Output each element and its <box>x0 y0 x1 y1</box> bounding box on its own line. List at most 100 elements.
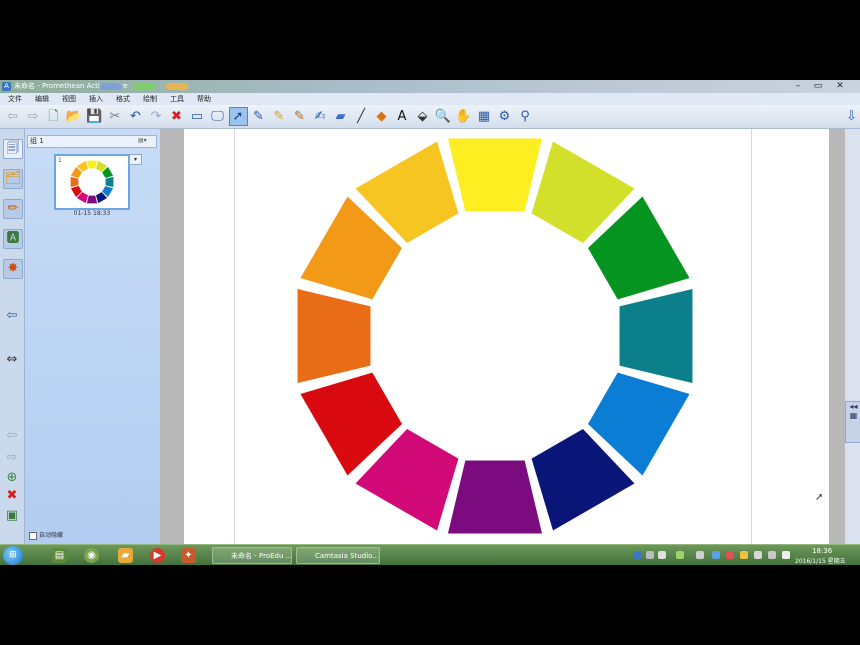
thumb-wheel-segment-6[interactable] <box>86 195 98 204</box>
save-icon[interactable]: 💾 <box>86 108 103 125</box>
close-button[interactable]: ✕ <box>830 81 850 92</box>
taskbar-app-activinspire[interactable]: 未命名 - ProEdu ... <box>212 547 292 564</box>
tray-help-icon[interactable] <box>696 551 704 559</box>
right-dock-tab[interactable]: ◂◂ ▦ <box>845 401 860 443</box>
object-browser-icon[interactable]: ✏ <box>3 199 23 219</box>
notes-browser-icon[interactable]: 🅰 <box>3 229 23 249</box>
toolbar-collapse-icon[interactable]: ⇩ <box>843 108 860 125</box>
auto-hide-toggle[interactable]: 自动隐藏 <box>29 530 63 540</box>
property-browser-icon[interactable]: ✸ <box>3 259 23 279</box>
color-wheel-segment-6[interactable] <box>447 460 543 534</box>
forward-arrow-icon[interactable]: ⇨ <box>25 108 42 125</box>
nav-forward-icon[interactable]: ⇨ <box>3 449 21 467</box>
color-wheel-segment-3[interactable] <box>619 288 693 384</box>
browser-icon[interactable]: ◉ <box>84 548 99 563</box>
page-guide-left <box>234 129 235 544</box>
page-group-tab[interactable]: 组 1 <box>30 136 44 147</box>
tray-display-icon[interactable] <box>712 551 720 559</box>
thumb-wheel-segment-3[interactable] <box>105 176 114 188</box>
eraser-icon[interactable]: ▰ <box>332 108 349 125</box>
fill-icon[interactable]: ⬙ <box>414 108 431 125</box>
menu-item-5[interactable]: 绘制 <box>143 93 157 105</box>
app-icon: A <box>2 82 11 91</box>
maximize-button[interactable]: ▭ <box>808 81 828 92</box>
shape-icon[interactable]: ◆ <box>373 108 390 125</box>
line-icon[interactable]: ╱ <box>353 108 370 125</box>
page-browser-icon[interactable]: 🗐 <box>3 139 23 159</box>
hand-icon[interactable]: ✋ <box>455 108 472 125</box>
menu-item-0[interactable]: 文件 <box>8 93 22 105</box>
auto-hide-label: 自动隐藏 <box>39 532 64 539</box>
page-settings-icon[interactable]: ▣ <box>3 507 21 525</box>
display-icon[interactable]: 🖵 <box>209 108 226 125</box>
redo-icon[interactable]: ↷ <box>148 108 165 125</box>
color-wheel[interactable] <box>294 136 696 536</box>
tray-flag-icon[interactable] <box>768 551 776 559</box>
magnifier-icon[interactable]: 🔍 <box>435 108 452 125</box>
main-toolbar: ⇦ ⇨ 🗋 📂 💾 ✂ ↶ ↷ ✖ ▭ 🖵 ➚ ✎ ✎ ✎ ✍ ▰ ╱ ◆ A ⬙ 🔍 ✋ ▦ ⚙ ⚲ ⇩ <box>0 105 860 129</box>
folder-icon[interactable]: ▰ <box>118 548 133 563</box>
tray-power-icon[interactable] <box>740 551 748 559</box>
canvas-gutter-left <box>160 129 184 544</box>
tray-mic-icon[interactable] <box>676 551 684 559</box>
pin-icon[interactable]: ⚲ <box>517 108 534 125</box>
magic-pen-icon[interactable]: ✎ <box>291 108 308 125</box>
handwriting-icon[interactable]: ✍ <box>312 108 329 125</box>
page-thumbnail[interactable]: 1 <box>54 154 130 210</box>
panel-options-dropdown[interactable]: ▤▾ <box>138 136 154 145</box>
settings-icon[interactable]: ⚙ <box>496 108 513 125</box>
menu-item-3[interactable]: 插入 <box>89 93 103 105</box>
color-wheel-segment-9[interactable] <box>297 288 371 384</box>
start-button[interactable]: ⊞ <box>3 546 23 565</box>
menu-item-4[interactable]: 格式 <box>116 93 130 105</box>
screen-shade-icon[interactable]: ▭ <box>189 108 206 125</box>
tray-security-icon[interactable] <box>726 551 734 559</box>
clock-time[interactable]: 18:36 <box>812 547 832 555</box>
pen-icon[interactable]: ✎ <box>250 108 267 125</box>
add-page-icon[interactable]: ⊕ <box>3 469 21 487</box>
explorer-icon[interactable]: ▤ <box>52 548 67 563</box>
thumb-wheel-segment-0[interactable] <box>86 160 98 169</box>
title-tab-orange <box>166 83 188 90</box>
delete-icon[interactable]: ✖ <box>168 108 185 125</box>
menu-item-6[interactable]: 工具 <box>170 93 184 105</box>
taskbar-app-camtasia[interactable]: Camtasia Studio... <box>296 547 380 564</box>
remove-page-icon[interactable]: ✖ <box>3 487 21 505</box>
color-wheel-segment-0[interactable] <box>447 138 543 212</box>
tray-keyboard-icon[interactable] <box>634 551 642 559</box>
thumbnail-menu-arrow[interactable]: ▾ <box>129 154 142 165</box>
menu-item-7[interactable]: 帮助 <box>197 93 211 105</box>
resource-browser-icon[interactable]: 🗂 <box>3 169 23 189</box>
dock-left-icon[interactable]: ⇦ <box>3 307 21 325</box>
back-arrow-icon[interactable]: ⇦ <box>4 108 21 125</box>
game-icon[interactable]: ✦ <box>181 548 196 563</box>
windows-taskbar: ⊞ ▤ ◉ ▰ ▶ ✦ 未命名 - ProEdu ... Camtasia St… <box>0 544 860 565</box>
menu-item-1[interactable]: 编辑 <box>35 93 49 105</box>
minimize-button[interactable]: – <box>788 81 808 92</box>
thumbnail-color-wheel <box>70 160 114 204</box>
new-page-icon[interactable]: 🗋 <box>45 108 62 125</box>
menu-item-2[interactable]: 视图 <box>62 93 76 105</box>
tray-pen-icon[interactable] <box>658 551 666 559</box>
resize-icon[interactable]: ⇔ <box>3 351 21 369</box>
clock-date[interactable]: 2016/1/15 星期五 <box>795 556 846 565</box>
text-icon[interactable]: A <box>394 108 411 125</box>
undo-icon[interactable]: ↶ <box>127 108 144 125</box>
tray-volume-icon[interactable] <box>754 551 762 559</box>
highlighter-icon[interactable]: ✎ <box>271 108 288 125</box>
auto-hide-checkbox[interactable] <box>29 531 37 540</box>
browser-strip: 🗐 🗂 ✏ 🅰 ✸ ⇦ ⇔ ⇦ ⇨ ⊕ ✖ ▣ <box>0 129 25 544</box>
tray-wifi-icon[interactable] <box>782 551 790 559</box>
select-arrow-icon[interactable]: ➚ <box>228 107 248 126</box>
tray-network-icon[interactable] <box>646 551 654 559</box>
page-number: 1 <box>58 157 62 164</box>
image-icon[interactable]: ▦ <box>476 108 493 125</box>
cut-icon[interactable]: ✂ <box>107 108 124 125</box>
media-player-icon[interactable]: ▶ <box>150 548 165 563</box>
thumbnail-timestamp: 01-15 18:33 <box>73 210 111 217</box>
title-tab-blue <box>100 83 122 90</box>
panel-header: 组 1 ▤▾ <box>27 135 157 148</box>
thumb-wheel-segment-9[interactable] <box>70 176 79 188</box>
nav-back-icon[interactable]: ⇦ <box>3 427 21 445</box>
open-folder-icon[interactable]: 📂 <box>66 108 83 125</box>
